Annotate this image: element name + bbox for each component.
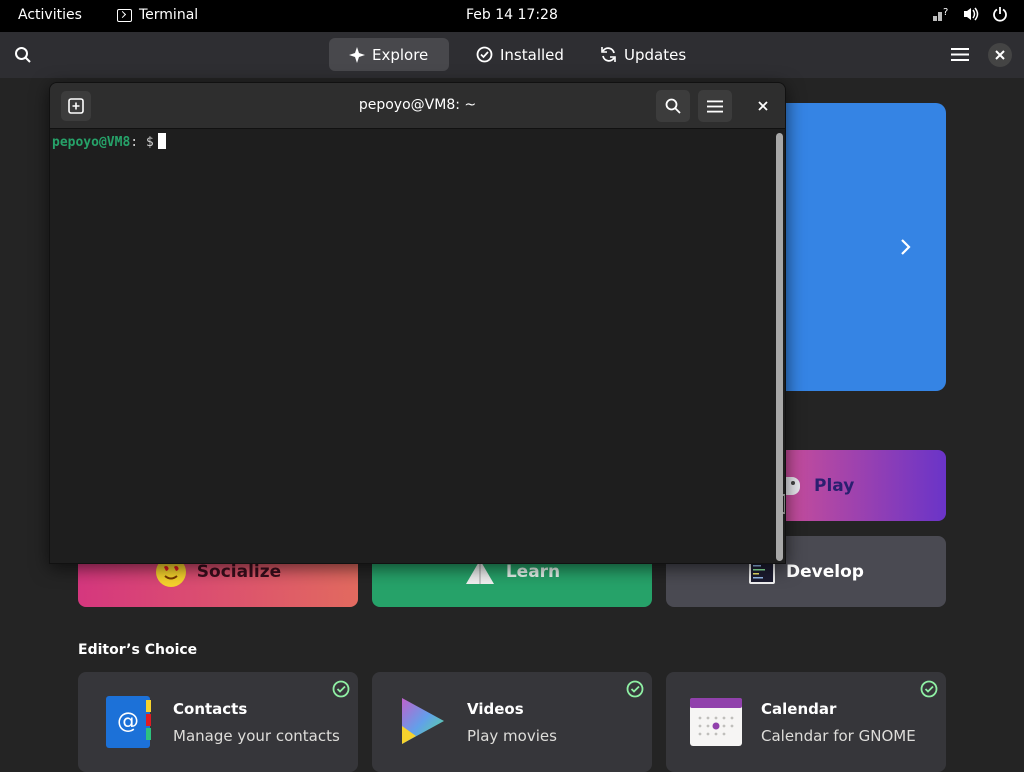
calendar-app-icon	[690, 698, 742, 746]
installed-check-icon	[920, 680, 938, 698]
terminal-headerbar[interactable]: pepoyo@VM8: ~	[50, 83, 785, 129]
category-label: Learn	[505, 561, 561, 582]
system-tray[interactable]: ?	[932, 6, 1008, 22]
app-card-videos[interactable]: Videos Play movies	[372, 672, 652, 772]
tab-installed[interactable]: Installed	[456, 38, 584, 71]
volume-icon	[964, 7, 979, 21]
tab-label: Installed	[500, 45, 564, 64]
app-description: Play movies	[467, 727, 557, 745]
search-icon[interactable]	[14, 46, 32, 64]
hamburger-menu-icon	[707, 100, 723, 112]
terminal-close-button[interactable]	[752, 95, 774, 117]
installed-check-icon	[626, 680, 644, 698]
top-bar: Activities Terminal Feb 14 17:28 ?	[0, 0, 1024, 32]
network-question-icon: ?	[933, 7, 948, 21]
prompt-symbol: : $	[130, 135, 154, 150]
app-menu-label: Terminal	[139, 7, 199, 23]
ibeam-cursor-icon	[782, 494, 785, 514]
close-icon	[995, 50, 1005, 60]
refresh-icon	[601, 47, 616, 62]
close-button[interactable]	[988, 43, 1012, 67]
terminal-content[interactable]: pepoyo@VM8: $	[50, 130, 774, 563]
category-label: Play	[814, 475, 855, 496]
sparkle-icon	[349, 46, 365, 63]
chevron-right-icon[interactable]	[897, 238, 913, 256]
terminal-menu-button[interactable]	[698, 90, 732, 122]
videos-app-icon	[402, 698, 444, 744]
gamepad-icon	[786, 476, 800, 495]
app-name: Videos	[467, 700, 524, 718]
app-description: Calendar for GNOME	[761, 727, 916, 745]
category-label: Develop	[786, 561, 864, 582]
app-name: Calendar	[761, 700, 837, 718]
tab-label: Updates	[624, 45, 687, 64]
svg-text:?: ?	[943, 7, 948, 18]
tab-explore[interactable]: Explore	[329, 38, 449, 71]
tab-updates[interactable]: Updates	[580, 38, 706, 71]
installed-check-icon	[332, 680, 350, 698]
category-label: Socialize	[196, 561, 282, 582]
check-circle-icon	[476, 46, 493, 63]
power-icon	[993, 7, 1007, 22]
category-play[interactable]: Play	[786, 450, 946, 521]
close-icon	[758, 101, 768, 111]
activities-button[interactable]: Activities	[18, 7, 82, 23]
search-icon	[665, 98, 681, 114]
app-menu-terminal[interactable]: Terminal	[117, 7, 198, 23]
tab-label: Explore	[372, 45, 429, 64]
terminal-icon	[117, 8, 132, 22]
app-card-contacts[interactable]: @ Contacts Manage your contacts	[78, 672, 358, 772]
app-name: Contacts	[173, 700, 248, 718]
prompt-user-host: pepoyo@VM8	[52, 135, 131, 150]
svg-text:@: @	[117, 709, 139, 734]
app-card-calendar[interactable]: Calendar Calendar for GNOME	[666, 672, 946, 772]
contacts-app-icon: @	[106, 696, 151, 748]
hamburger-menu-icon[interactable]	[951, 47, 969, 62]
software-header: Explore Installed Updates	[0, 32, 1024, 78]
featured-banner[interactable]	[786, 103, 946, 391]
editors-choice-heading: Editor’s Choice	[78, 642, 198, 658]
clock[interactable]: Feb 14 17:28	[466, 7, 558, 23]
terminal-search-button[interactable]	[656, 90, 690, 122]
text-cursor	[157, 133, 166, 149]
app-description: Manage your contacts	[173, 727, 340, 745]
terminal-window[interactable]: pepoyo@VM8: ~ pepoyo@VM8: $	[49, 82, 786, 564]
